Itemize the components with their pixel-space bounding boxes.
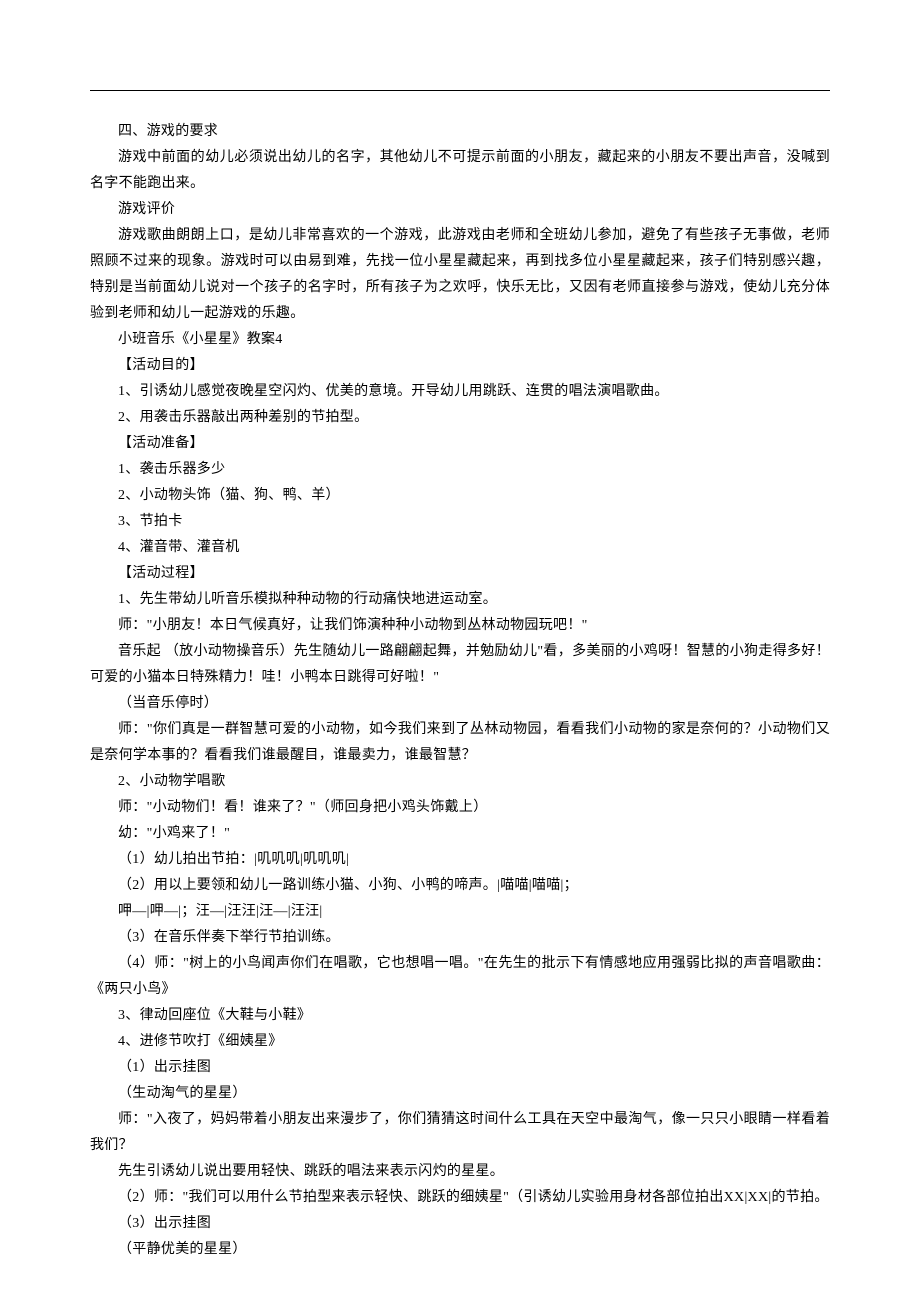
paragraph: 小班音乐《小星星》教案4 bbox=[90, 327, 830, 353]
paragraph: （生动淘气的星星） bbox=[90, 1081, 830, 1107]
horizontal-rule bbox=[90, 90, 830, 91]
paragraph: 2、小动物头饰（猫、狗、鸭、羊） bbox=[90, 483, 830, 509]
paragraph: （2）师："我们可以用什么节拍型来表示轻快、跳跃的细姨星"（引诱幼儿实验用身材各… bbox=[90, 1185, 830, 1211]
paragraph: （平静优美的星星） bbox=[90, 1237, 830, 1263]
paragraph: （3）在音乐伴奏下举行节拍训练。 bbox=[90, 925, 830, 951]
paragraph: 四、游戏的要求 bbox=[90, 119, 830, 145]
paragraph: （1）出示挂图 bbox=[90, 1055, 830, 1081]
paragraph: 4、进修节吹打《细姨星》 bbox=[90, 1029, 830, 1055]
paragraph: 师："你们真是一群智慧可爱的小动物，如今我们来到了丛林动物园，看看我们小动物的家… bbox=[90, 717, 830, 769]
paragraph: （4）师："树上的小鸟闻声你们在唱歌，它也想唱一唱。"在先生的批示下有情感地应用… bbox=[90, 951, 830, 1003]
paragraph: 2、用袭击乐器敲出两种差别的节拍型。 bbox=[90, 405, 830, 431]
paragraph: 1、先生带幼儿听音乐模拟种种动物的行动痛快地进运动室。 bbox=[90, 587, 830, 613]
paragraph: 3、律动回座位《大鞋与小鞋》 bbox=[90, 1003, 830, 1029]
paragraph: 先生引诱幼儿说出要用轻快、跳跃的唱法来表示闪灼的星星。 bbox=[90, 1159, 830, 1185]
paragraph: 【活动过程】 bbox=[90, 561, 830, 587]
paragraph: 游戏评价 bbox=[90, 197, 830, 223]
paragraph: 师："小动物们！看！谁来了？"（师回身把小鸡头饰戴上） bbox=[90, 795, 830, 821]
paragraph: （当音乐停时） bbox=[90, 691, 830, 717]
paragraph: 音乐起 （放小动物操音乐）先生随幼儿一路翩翩起舞，并勉励幼儿"看，多美丽的小鸡呀… bbox=[90, 639, 830, 691]
paragraph: 1、袭击乐器多少 bbox=[90, 457, 830, 483]
paragraph: 呷—|呷—|；汪—|汪汪|汪—|汪汪| bbox=[90, 899, 830, 925]
paragraph: 2、小动物学唱歌 bbox=[90, 769, 830, 795]
paragraph: 【活动准备】 bbox=[90, 431, 830, 457]
document-content: 四、游戏的要求游戏中前面的幼儿必须说出幼儿的名字，其他幼儿不可提示前面的小朋友，… bbox=[90, 119, 830, 1263]
paragraph: （3）出示挂图 bbox=[90, 1211, 830, 1237]
paragraph: 师："入夜了，妈妈带着小朋友出来漫步了，你们猜猜这时间什么工具在天空中最淘气，像… bbox=[90, 1107, 830, 1159]
paragraph: 师："小朋友！本日气候真好，让我们饰演种种小动物到丛林动物园玩吧！" bbox=[90, 613, 830, 639]
paragraph: 3、节拍卡 bbox=[90, 509, 830, 535]
paragraph: （2）用以上要领和幼儿一路训练小猫、小狗、小鸭的啼声。|喵喵|喵喵|； bbox=[90, 873, 830, 899]
paragraph: 游戏中前面的幼儿必须说出幼儿的名字，其他幼儿不可提示前面的小朋友，藏起来的小朋友… bbox=[90, 145, 830, 197]
paragraph: 【活动目的】 bbox=[90, 353, 830, 379]
paragraph: 游戏歌曲朗朗上口，是幼儿非常喜欢的一个游戏，此游戏由老师和全班幼儿参加，避免了有… bbox=[90, 223, 830, 327]
paragraph: （1）幼儿拍出节拍：|叽叽叽|叽叽叽| bbox=[90, 847, 830, 873]
paragraph: 4、灌音带、灌音机 bbox=[90, 535, 830, 561]
paragraph: 1、引诱幼儿感觉夜晚星空闪灼、优美的意境。开导幼儿用跳跃、连贯的唱法演唱歌曲。 bbox=[90, 379, 830, 405]
paragraph: 幼："小鸡来了！" bbox=[90, 821, 830, 847]
